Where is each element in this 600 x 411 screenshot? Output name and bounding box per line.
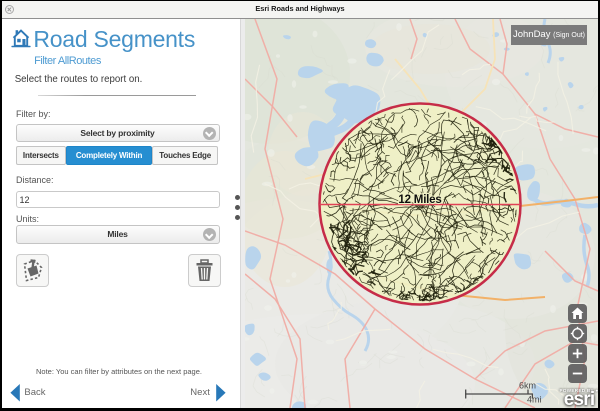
svg-text:4mi: 4mi (527, 395, 542, 405)
svg-text:6km: 6km (519, 381, 536, 391)
svg-text:12 Miles: 12 Miles (398, 194, 441, 206)
